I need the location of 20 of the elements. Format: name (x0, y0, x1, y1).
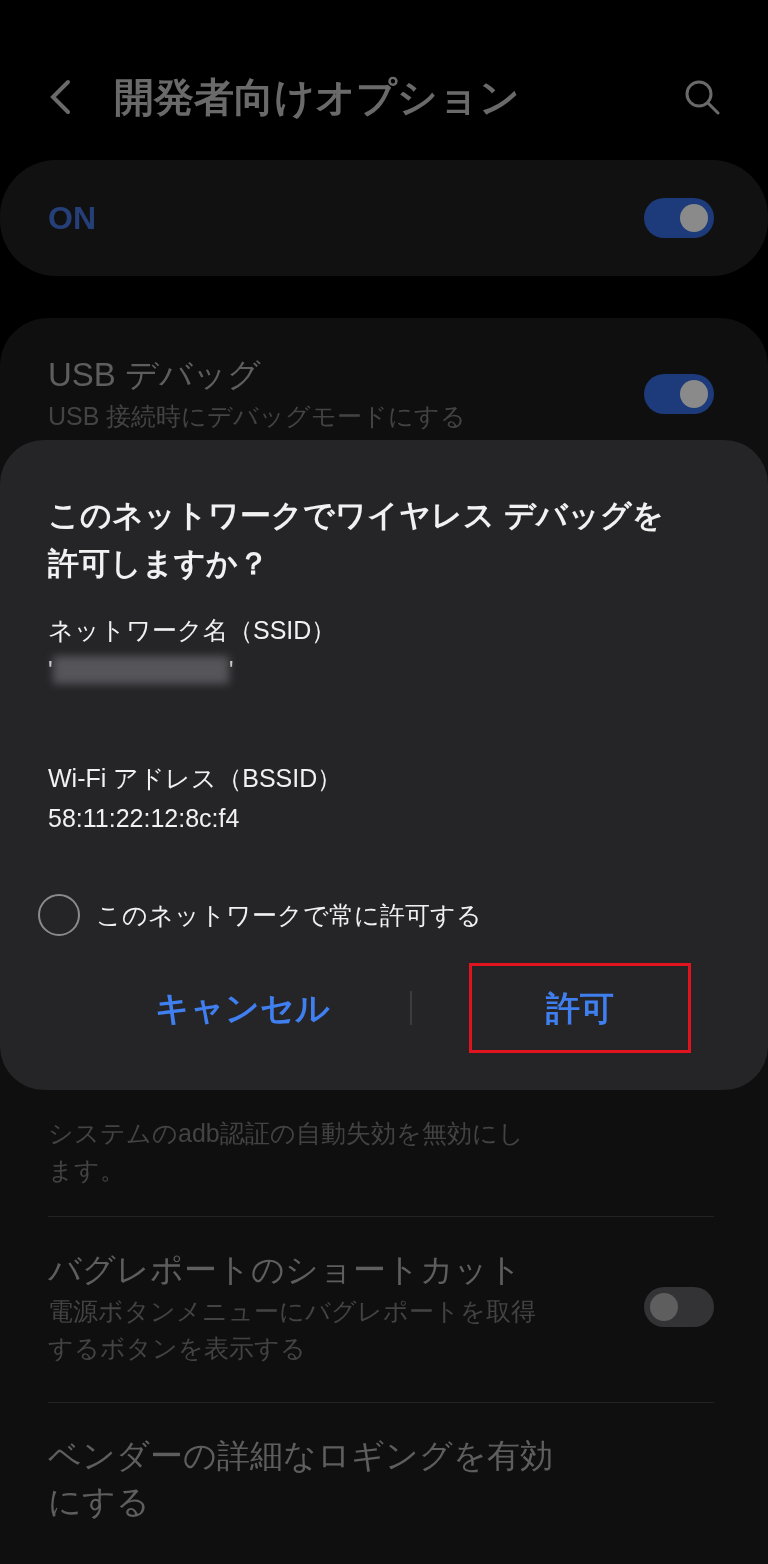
toggle-switch[interactable] (644, 1287, 714, 1328)
bssid-label: Wi-Fi アドレス（BSSID） (48, 763, 344, 795)
quote-mark: ' (48, 655, 53, 687)
toggle-switch[interactable] (644, 198, 714, 238)
back-icon[interactable] (48, 79, 72, 115)
setting-title: ベンダーの詳細なロギングを有効にする (48, 1435, 554, 1523)
search-icon[interactable] (684, 79, 720, 115)
setting-title: USB デバッグ (48, 355, 263, 395)
quote-mark: ' (228, 655, 234, 687)
allow-button[interactable]: 許可 (470, 964, 690, 1053)
dialog-title: このネットワークでワイヤレス デバッグを許可しますか？ (48, 497, 665, 584)
cancel-button[interactable]: キャンセル (132, 964, 352, 1053)
master-switch-label: ON (48, 199, 96, 238)
checkbox-label: このネットワークで常に許可する (96, 900, 482, 932)
page-title: 開発者向けオプション (114, 74, 521, 121)
setting-title: バグレポートのショートカット (48, 1249, 523, 1290)
toggle-switch[interactable] (644, 373, 714, 414)
radio-button[interactable] (38, 894, 80, 937)
ssid-label: ネットワーク名（SSID） (48, 615, 338, 647)
bssid-value: 58:11:22:12:8c:f4 (48, 803, 241, 835)
